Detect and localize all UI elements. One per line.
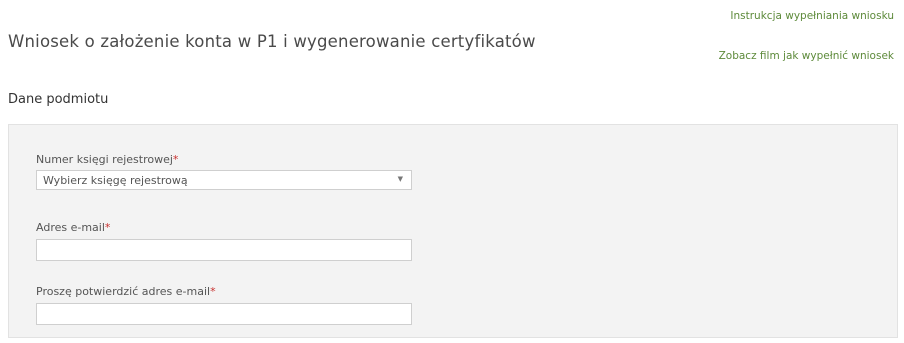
required-marker: *: [210, 285, 216, 298]
email-confirm-field: Proszę potwierdzić adres e-mail*: [36, 285, 412, 325]
email-confirm-label-text: Proszę potwierdzić adres e-mail: [36, 285, 211, 298]
email-confirm-label: Proszę potwierdzić adres e-mail*: [36, 285, 412, 298]
register-book-label-text: Numer księgi rejestrowej: [36, 153, 173, 166]
email-field: Adres e-mail*: [36, 221, 412, 261]
required-marker: *: [172, 153, 179, 166]
register-book-field: Numer księgi rejestrowej* Wybierz księgę…: [36, 153, 412, 190]
email-confirm-input[interactable]: [36, 303, 412, 325]
instructions-link[interactable]: Instrukcja wypełniania wniosku: [730, 10, 894, 22]
register-book-select[interactable]: Wybierz księgę rejestrową ▼: [36, 170, 412, 190]
video-guide-link[interactable]: Zobacz film jak wypełnić wniosek: [719, 50, 894, 62]
entity-data-panel: Numer księgi rejestrowej* Wybierz księgę…: [8, 124, 898, 338]
page-title: Wniosek o założenie konta w P1 i wygener…: [8, 32, 536, 51]
email-input[interactable]: [36, 239, 412, 261]
register-book-label: Numer księgi rejestrowej*: [36, 153, 412, 166]
section-title: Dane podmiotu: [8, 92, 109, 107]
chevron-down-icon: ▼: [397, 175, 403, 183]
page: Wniosek o założenie konta w P1 i wygener…: [0, 0, 904, 343]
email-label-text: Adres e-mail: [36, 221, 105, 234]
email-label: Adres e-mail*: [36, 221, 412, 234]
register-book-selected-value: Wybierz księgę rejestrową: [43, 174, 188, 187]
required-marker: *: [104, 221, 111, 234]
